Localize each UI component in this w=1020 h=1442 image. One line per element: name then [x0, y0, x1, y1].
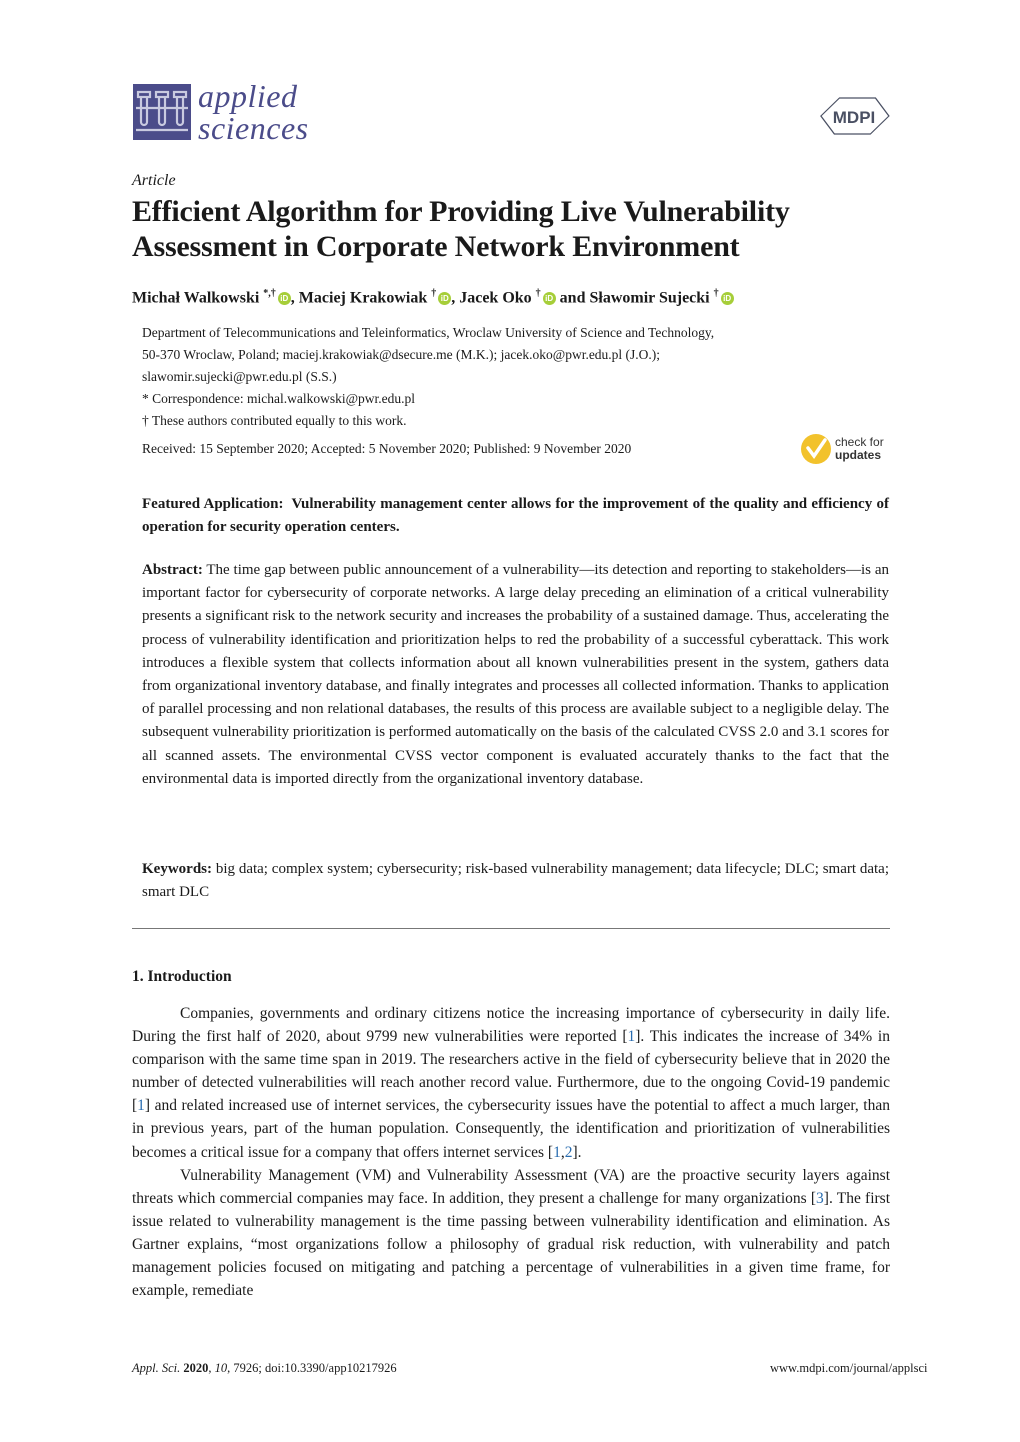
- publisher-name: MDPI: [833, 108, 876, 127]
- keywords-label: Keywords:: [142, 861, 212, 877]
- author-name: Sławomir Sujecki: [589, 289, 710, 307]
- orcid-icon[interactable]: iD: [438, 292, 452, 306]
- orcid-icon[interactable]: iD: [720, 292, 734, 306]
- paper-title: Efficient Algorithm for Providing Live V…: [132, 195, 790, 263]
- article-type: Article: [132, 172, 176, 189]
- author-name: Jacek Oko: [459, 289, 532, 307]
- affiliation-line: 50-370 Wroclaw, Poland; maciej.krakowiak…: [142, 347, 661, 362]
- orcid-icon[interactable]: iD: [277, 292, 291, 306]
- equal-contribution-note: † These authors contributed equally to t…: [142, 413, 407, 428]
- citation-link[interactable]: 3: [816, 1190, 824, 1207]
- affiliation-line: Department of Telecommunications and Tel…: [142, 325, 715, 340]
- mdpi-hexagon-icon: MDPI: [820, 97, 890, 135]
- author-name: Michał Walkowski: [132, 289, 260, 307]
- test-tubes-icon: [136, 90, 188, 132]
- section-divider: [132, 928, 890, 929]
- abstract-text: The time gap between public announcement…: [142, 562, 889, 787]
- featured-label: Featured Application:: [142, 496, 284, 512]
- correspondence-note: * Correspondence: michal.walkowski@pwr.e…: [142, 391, 415, 406]
- section-heading: 1. Introduction: [132, 968, 232, 985]
- author-marks: †: [431, 288, 437, 299]
- paragraph: Companies, governments and ordinary citi…: [132, 1005, 890, 1161]
- mdpi-logo: MDPI: [818, 94, 890, 138]
- orcid-icon[interactable]: iD: [542, 292, 556, 306]
- author-marks: *,†: [263, 288, 276, 299]
- check-for-updates-button[interactable]: check for updates: [801, 434, 891, 468]
- author-list: Michał Walkowski *,† iD, Maciej Krakowiak…: [132, 288, 734, 307]
- keywords: Keywords: big data; complex system; cybe…: [142, 858, 889, 904]
- author-marks: †: [535, 288, 541, 299]
- journal-url[interactable]: www.mdpi.com/journal/applsci: [770, 1361, 928, 1376]
- abstract-label: Abstract:: [142, 562, 203, 578]
- journal-logo: [133, 84, 191, 140]
- check-badge-icon: [801, 434, 831, 464]
- citation-link[interactable]: 1: [553, 1144, 561, 1161]
- journal-name: applied sciences: [198, 78, 309, 146]
- abstract: Abstract: The time gap between public an…: [142, 559, 889, 791]
- affiliation-line: slawomir.sujecki@pwr.edu.pl (S.S.): [142, 369, 337, 384]
- citation-footer: Appl. Sci. 2020, 10, 7926; doi:10.3390/a…: [132, 1361, 397, 1375]
- body-text: Companies, governments and ordinary citi…: [132, 1002, 890, 1302]
- publication-dates: Received: 15 September 2020; Accepted: 5…: [142, 441, 632, 456]
- paragraph: Vulnerability Management (VM) and Vulner…: [132, 1166, 890, 1300]
- keywords-text: big data; complex system; cybersecurity;…: [142, 861, 889, 900]
- featured-application: Featured Application: Vulnerability mana…: [142, 493, 889, 539]
- author-marks: †: [713, 288, 719, 299]
- author-name: Maciej Krakowiak: [298, 289, 428, 307]
- affiliations: Department of Telecommunications and Tel…: [142, 322, 892, 432]
- citation-link[interactable]: 1: [137, 1097, 145, 1114]
